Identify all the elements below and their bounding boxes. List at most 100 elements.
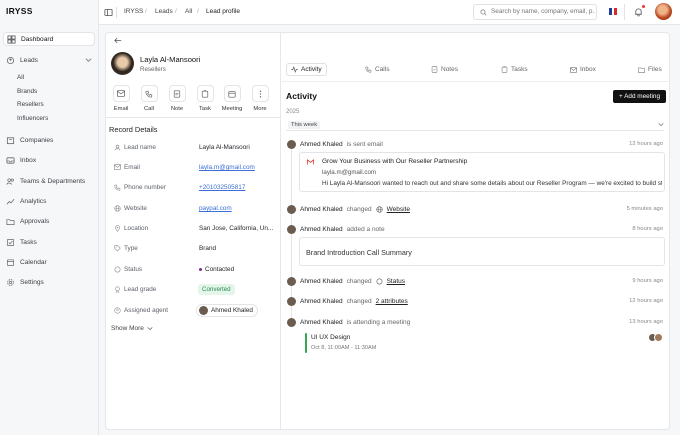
tab-activity[interactable]: Activity (286, 63, 327, 76)
settings-icon (7, 278, 14, 286)
language-flag-icon[interactable] (609, 8, 618, 15)
tasks-icon (6, 238, 15, 246)
actor-avatar (287, 277, 296, 286)
tab-files[interactable]: Files (638, 63, 662, 76)
task-icon (501, 66, 508, 73)
activity-heading: Activity (286, 91, 318, 101)
field-value-phone[interactable]: +201032505817 (199, 184, 245, 191)
email-action-button[interactable]: Email (110, 85, 132, 112)
companies-icon (6, 136, 15, 144)
chevron-down-icon (147, 327, 153, 331)
tab-inbox[interactable]: Inbox (570, 63, 596, 76)
sidebar-subitem-resellers[interactable]: Resellers (17, 101, 44, 108)
note-icon (431, 66, 438, 73)
assigned-agent-chip[interactable]: Ahmed Khaled (196, 304, 258, 317)
meeting-action-button[interactable]: Meeting (221, 85, 243, 112)
show-more-button[interactable]: Show More (111, 325, 153, 332)
tab-calls-label: Calls (375, 66, 390, 73)
lead-details-panel: Layla Al-Mansoori Resellers Email Call N… (106, 33, 281, 429)
sidebar-item-calendar[interactable]: Calendar (3, 255, 95, 269)
more-vertical-icon (259, 90, 261, 97)
changed-attribute[interactable]: Status (387, 278, 405, 285)
breadcrumb-all[interactable]: All (185, 8, 192, 15)
note-action-button[interactable]: Note (166, 85, 188, 112)
inbox-icon (6, 156, 15, 164)
tab-tasks[interactable]: Tasks (501, 63, 528, 76)
tab-calls[interactable]: Calls (365, 63, 389, 76)
field-value-status[interactable]: Contacted (205, 266, 234, 273)
changed-attributes-link[interactable]: 2 attributes (376, 298, 408, 305)
sidebar-item-tasks[interactable]: Tasks (3, 235, 95, 249)
meeting-card[interactable]: UI UX Design Oct 8, 11:00AM - 11:30AM (299, 331, 665, 357)
sidebar-item-label: Teams & Departments (20, 177, 86, 185)
location-pin-icon (115, 225, 120, 232)
week-group-header[interactable]: This week (286, 120, 664, 131)
more-action-button[interactable]: More (249, 85, 271, 112)
meeting-time: Oct 8, 11:00AM - 11:30AM (311, 345, 377, 351)
sidebar-item-label: Tasks (20, 238, 37, 246)
field-value-website[interactable]: paypal.com (199, 205, 232, 212)
sidebar-item-inbox[interactable]: Inbox (3, 153, 95, 167)
activity-action: is sent email (346, 141, 383, 148)
sidebar-subitem-influencers[interactable]: Influencers (17, 115, 48, 122)
activity-entry: Ahmed Khaled is sent email (287, 140, 383, 149)
timeline-line (291, 149, 292, 321)
note-card[interactable]: Brand Introduction Call Summary (299, 237, 665, 266)
task-action-button[interactable]: Task (194, 85, 216, 112)
task-action-label: Task (199, 106, 211, 112)
sidebar-item-leads[interactable]: Leads (3, 53, 95, 67)
sidebar-item-label: Dashboard (21, 35, 54, 43)
record-details-heading: Record Details (109, 125, 158, 134)
lead-grade-badge[interactable]: Converted (198, 284, 235, 295)
sidebar-toggle-icon[interactable] (104, 8, 113, 17)
breadcrumb-leads[interactable]: Leads (155, 8, 173, 15)
sidebar-item-settings[interactable]: Settings (3, 275, 95, 289)
actor-name: Ahmed Khaled (300, 206, 343, 213)
sidebar-item-label: Inbox (20, 156, 37, 164)
bell-icon[interactable] (634, 7, 643, 17)
actor-name: Ahmed Khaled (300, 278, 343, 285)
field-value-lead-name: Layla Al-Mansoori (199, 144, 250, 151)
field-value-location: San Jose, California, Un... (199, 225, 274, 232)
search-input[interactable] (491, 8, 595, 15)
phone-icon (114, 184, 121, 191)
globe-icon (376, 206, 383, 213)
week-group-label: This week (288, 121, 321, 129)
note-icon (173, 89, 181, 98)
year-label: 2025 (286, 109, 300, 115)
user-avatar[interactable] (655, 3, 672, 20)
phone-icon (145, 90, 153, 98)
breadcrumb-iryss[interactable]: IRYSS (124, 8, 143, 15)
activity-time: 8 hours ago (632, 226, 663, 232)
divider (116, 7, 117, 18)
tab-files-label: Files (648, 66, 662, 73)
dashboard-icon (7, 34, 16, 44)
sidebar-item-approvals[interactable]: Approvals (3, 214, 95, 228)
globe-icon (114, 205, 121, 212)
chevron-down-icon[interactable] (85, 57, 92, 63)
activity-action: changed (346, 206, 372, 213)
status-circle-icon (114, 266, 121, 273)
sidebar-subitem-all[interactable]: All (17, 74, 24, 81)
sidebar-subitem-brands[interactable]: Brands (17, 88, 37, 95)
back-arrow-icon[interactable] (114, 37, 122, 44)
email-subject: Grow Your Business with Our Reseller Par… (322, 158, 468, 165)
call-action-button[interactable]: Call (138, 85, 160, 112)
field-value-email[interactable]: layla.m@gmail.com (199, 164, 255, 171)
email-card[interactable]: Grow Your Business with Our Reseller Par… (299, 152, 665, 192)
divider (106, 117, 280, 118)
activity-time: 13 hours ago (629, 319, 663, 325)
tab-inbox-label: Inbox (580, 66, 596, 73)
activity-pulse-icon (291, 66, 298, 73)
sidebar-item-companies[interactable]: Companies (3, 133, 95, 147)
sidebar-item-dashboard[interactable]: Dashboard (3, 32, 95, 46)
search-box[interactable] (473, 4, 597, 20)
sidebar-item-analytics[interactable]: Analytics (3, 194, 95, 208)
add-meeting-button[interactable]: + Add meeting (613, 90, 666, 103)
tab-tasks-label: Tasks (511, 66, 528, 73)
sidebar-item-teams[interactable]: Teams & Departments (3, 174, 95, 188)
tab-notes[interactable]: Notes (431, 63, 458, 76)
status-circle-icon (376, 278, 383, 285)
sidebar-item-label: Approvals (20, 217, 50, 225)
changed-attribute[interactable]: Website (387, 206, 410, 213)
